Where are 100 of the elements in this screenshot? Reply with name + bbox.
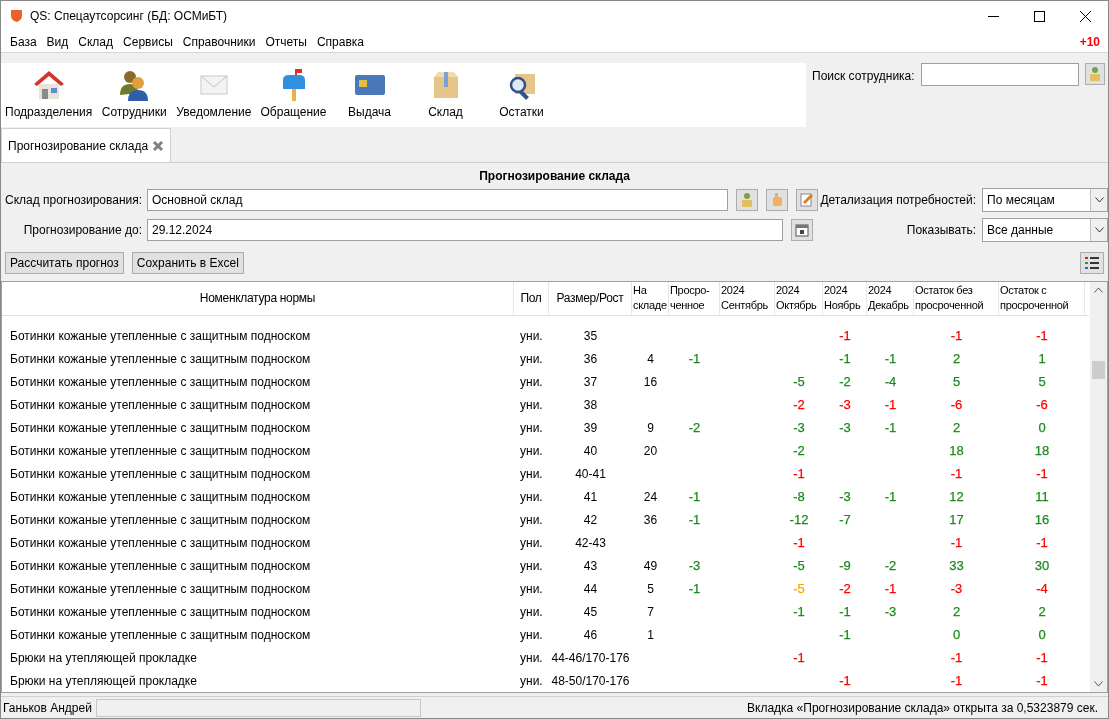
- column-header[interactable]: Номенклатура нормы: [2, 282, 514, 315]
- table-cell-text: 9: [646, 419, 655, 437]
- table-cell-text: 49: [642, 557, 659, 575]
- tab[interactable]: Прогнозирование склада: [1, 128, 172, 162]
- column-header[interactable]: На складе: [632, 282, 669, 315]
- table-cell-text: 42-43: [574, 534, 607, 552]
- table-cell-text: 11: [1034, 487, 1050, 506]
- table-cell-text: Ботинки кожаные утепленные с защитным подноском: [9, 419, 312, 437]
- toolbar-button[interactable]: Обращение: [255, 68, 332, 121]
- column-header[interactable]: 2024 Ноябрь: [823, 282, 867, 315]
- chevron-down-icon: [1094, 197, 1104, 203]
- table-cell-text: 20: [642, 442, 659, 460]
- detail-select[interactable]: По месяцам: [982, 188, 1108, 212]
- table-cell-text: -1: [792, 648, 806, 667]
- table-cell-text: 12: [948, 487, 965, 506]
- table-cell-text: -3: [838, 487, 852, 506]
- action-button[interactable]: Рассчитать прогноз: [5, 252, 124, 274]
- column-header[interactable]: Размер/Рост: [549, 282, 632, 315]
- menu-item[interactable]: База: [5, 32, 42, 51]
- chevron-down-icon: [1094, 227, 1104, 233]
- column-header[interactable]: Остаток с просроченной: [999, 282, 1085, 315]
- table-cell-text: -6: [949, 395, 964, 414]
- warehouse-field[interactable]: Основной склад: [147, 189, 728, 211]
- table-cell-text: уни.: [519, 626, 544, 644]
- table-cell-text: -12: [788, 510, 810, 529]
- table-cell-text: -1: [687, 349, 702, 368]
- table-cell-text: 7: [646, 603, 655, 621]
- table-cell-text: 2: [951, 602, 962, 621]
- columns-button[interactable]: [1080, 252, 1104, 274]
- toolbar-button[interactable]: Выдача: [331, 68, 408, 121]
- table-cell-text: 39: [582, 419, 599, 437]
- table-cell-text: уни.: [519, 511, 544, 529]
- toolbar-button[interactable]: Сотрудники: [96, 68, 173, 121]
- table-cell-text: -5: [792, 579, 806, 598]
- table-cell-text: -1: [687, 487, 702, 506]
- close-icon[interactable]: [152, 139, 165, 152]
- menu-item[interactable]: Сервисы: [118, 32, 178, 51]
- table-cell-text: -3: [687, 556, 702, 575]
- column-header[interactable]: Остаток без просроченной: [914, 282, 999, 315]
- scroll-up-icon[interactable]: [1094, 287, 1103, 293]
- table-cell-text: уни.: [519, 327, 544, 345]
- menu-item[interactable]: Отчеты: [260, 32, 312, 51]
- search-field[interactable]: [920, 63, 1079, 86]
- table-cell-text: 1: [646, 626, 655, 644]
- scrollbar[interactable]: [1090, 282, 1107, 692]
- search-button[interactable]: [1084, 63, 1105, 85]
- person-icon: [1087, 66, 1102, 82]
- table-cell-text: уни.: [519, 557, 544, 575]
- app-logo-icon: [11, 10, 22, 22]
- scroll-thumb[interactable]: [1092, 361, 1105, 379]
- column-header[interactable]: Пол: [514, 282, 549, 315]
- field-label: Детализация потребностей:: [820, 192, 976, 209]
- table-cell-text: -1: [883, 349, 898, 368]
- scroll-down-icon[interactable]: [1094, 681, 1103, 687]
- table-cell-text: уни.: [519, 672, 544, 690]
- table-cell-text: 2: [951, 349, 962, 368]
- open-button[interactable]: [766, 189, 788, 211]
- table-cell-text: -4: [883, 372, 898, 391]
- toolbar-button[interactable]: Склад: [407, 68, 484, 121]
- toolbar-button[interactable]: Уведомление: [172, 68, 256, 121]
- table-cell-text: 1: [1037, 349, 1047, 368]
- table-cell-text: 16: [1033, 510, 1051, 529]
- table-cell-text: Брюки на утепляющей прокладке: [9, 649, 198, 667]
- edit-button[interactable]: [796, 189, 818, 211]
- toolbar-button[interactable]: Остатки: [483, 68, 560, 121]
- form-title: Прогнозирование склада: [478, 168, 631, 185]
- table-cell-text: 0: [1037, 625, 1047, 644]
- close-icon: [1079, 10, 1091, 22]
- table-cell-text: 2: [951, 418, 962, 437]
- table-cell-text: -6: [1035, 395, 1049, 414]
- table-cell-text: Ботинки кожаные утепленные с защитным подноском: [9, 580, 312, 598]
- table-cell-text: 35: [582, 327, 599, 345]
- menu-item[interactable]: Справочники: [177, 32, 261, 51]
- calendar-button[interactable]: [791, 219, 813, 241]
- table-cell-text: -1: [1035, 648, 1049, 667]
- table-cell-text: -1: [883, 579, 898, 598]
- table-cell-text: 0: [951, 625, 962, 644]
- column-header[interactable]: Просро- ченное: [669, 282, 720, 315]
- menu-item[interactable]: Справка: [311, 32, 370, 51]
- minimize-icon: [987, 15, 999, 17]
- column-header[interactable]: 2024 Декабрь: [867, 282, 914, 315]
- column-header[interactable]: 2024 Сентябрь: [720, 282, 775, 315]
- toolbar-button[interactable]: Подразделения: [1, 68, 97, 121]
- table-cell-text: уни.: [519, 465, 544, 483]
- table-cell-text: 38: [582, 396, 599, 414]
- table-cell-text: 40-41: [574, 465, 607, 483]
- menu-item[interactable]: Склад: [73, 32, 119, 51]
- list-icon: [1085, 257, 1099, 269]
- table-cell-text: -1: [883, 487, 898, 506]
- select-button[interactable]: [736, 189, 758, 211]
- action-button[interactable]: Сохранить в Excel: [131, 252, 244, 274]
- table-cell-text: 44-46/170-176: [550, 649, 631, 667]
- table-cell-text: -1: [838, 602, 852, 621]
- table-cell-text: -1: [1035, 671, 1049, 690]
- menu-item[interactable]: Вид: [41, 32, 74, 51]
- table-cell-text: Ботинки кожаные утепленные с защитным подноском: [9, 327, 312, 345]
- date-field[interactable]: 29.12.2024: [147, 219, 783, 241]
- column-header[interactable]: 2024 Октябрь: [775, 282, 823, 315]
- field-label: Склад прогнозирования:: [5, 192, 144, 209]
- show-select[interactable]: Все данные: [982, 218, 1108, 242]
